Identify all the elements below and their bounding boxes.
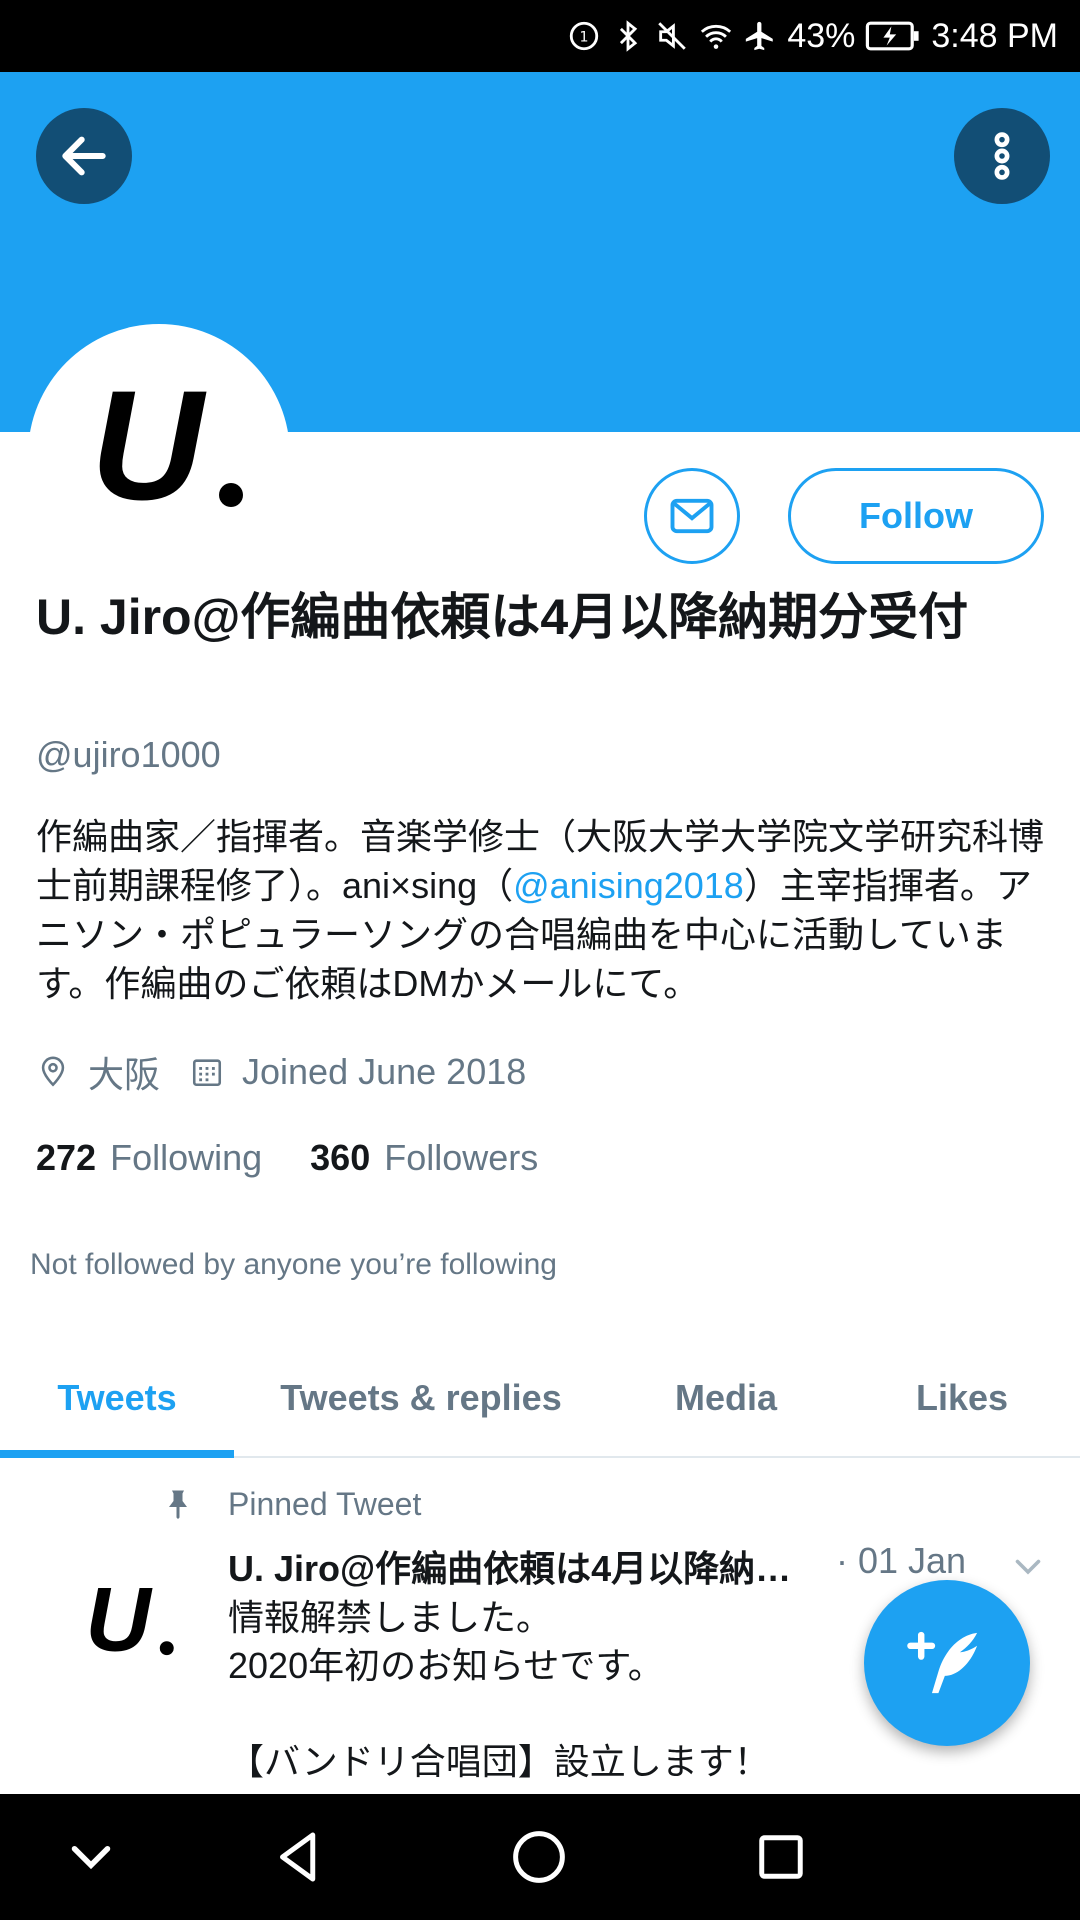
nav-recents-button[interactable]	[748, 1824, 814, 1890]
tab-tweets-replies[interactable]: Tweets & replies	[234, 1340, 608, 1456]
avatar-logo: U	[85, 1570, 174, 1671]
follow-counts: 272 Following 360 Followers	[36, 1132, 586, 1184]
svg-text:U: U	[91, 359, 207, 533]
profile-bio: 作編曲家／指揮者。音楽学修士（大阪大学大学院文学研究科博士前期課程修了）。ani…	[36, 812, 1046, 1008]
pinned-label: Pinned Tweet	[228, 1485, 422, 1522]
arrow-left-icon	[62, 136, 106, 176]
following-count[interactable]: 272	[36, 1137, 96, 1179]
message-button[interactable]	[644, 468, 740, 564]
home-circle-icon	[513, 1831, 565, 1883]
mail-icon	[670, 498, 714, 534]
wifi-icon	[699, 19, 733, 53]
tab-media[interactable]: Media	[608, 1340, 844, 1456]
hide-nav-button[interactable]	[58, 1824, 124, 1890]
bio-mention-link[interactable]: @anising2018	[513, 865, 744, 906]
compose-tweet-button[interactable]	[864, 1580, 1030, 1746]
compose-tweet-icon	[907, 1631, 978, 1694]
active-tab-indicator	[0, 1450, 234, 1458]
profile-meta: 大阪 Joined June 2018	[36, 1046, 556, 1098]
back-triangle-icon	[280, 1832, 316, 1882]
profile-name: U. Jiro@作編曲依頼は4月以降納期分受付	[36, 589, 969, 645]
calendar-icon	[192, 1059, 222, 1087]
join-date: Joined June 2018	[190, 1051, 526, 1093]
airplane-icon	[743, 19, 777, 53]
profile-handle: @ujiro1000	[36, 734, 221, 775]
data-saver-icon: 1	[567, 19, 601, 53]
chevron-down-icon	[71, 1846, 111, 1870]
tweet-date: · 01 Jan	[836, 1540, 967, 1581]
svg-text:1: 1	[580, 30, 589, 46]
mute-icon	[655, 19, 689, 53]
back-button[interactable]	[36, 108, 132, 204]
location-text: 大阪	[88, 1054, 161, 1095]
tweet-text: 情報解禁しました。 2020年初のお知らせです。 【バンドリ合唱団】設立します！	[228, 1597, 770, 1782]
location-pin-icon	[41, 1056, 65, 1087]
avatar-logo: U	[91, 359, 243, 533]
battery-charging-icon	[865, 19, 921, 53]
bluetooth-icon	[611, 19, 645, 53]
tweet-avatar[interactable]: U	[60, 1560, 190, 1690]
tab-tweets[interactable]: Tweets	[0, 1340, 234, 1456]
joined-text: Joined June 2018	[242, 1051, 527, 1092]
status-icons: 1 43% 3:48 PM	[567, 14, 1058, 58]
followers-count[interactable]: 360	[310, 1137, 370, 1179]
nav-home-button[interactable]	[506, 1824, 572, 1890]
location: 大阪	[36, 1046, 160, 1098]
svg-text:U: U	[85, 1570, 153, 1671]
tab-likes[interactable]: Likes	[844, 1340, 1080, 1456]
tweet-author[interactable]: U. Jiro@作編曲依頼は4月以降納…	[228, 1540, 808, 1592]
followers-label[interactable]: Followers	[384, 1137, 538, 1179]
recents-square-icon	[759, 1835, 803, 1879]
profile-tabs: Tweets Tweets & replies Media Likes	[0, 1340, 1080, 1458]
clock: 3:48 PM	[931, 16, 1058, 55]
more-vertical-icon	[994, 132, 1010, 180]
more-options-button[interactable]	[954, 108, 1050, 204]
chevron-down-icon[interactable]	[1010, 1548, 1046, 1584]
following-label[interactable]: Following	[110, 1137, 262, 1179]
nav-back-button[interactable]	[266, 1824, 332, 1890]
pinned-tweet-header: Pinned Tweet	[160, 1480, 421, 1528]
system-nav-bar	[0, 1794, 1080, 1920]
pin-icon	[169, 1490, 187, 1519]
status-bar: 1 43% 3:48 PM	[0, 0, 1080, 72]
not-followed-notice: Not followed by anyone you’re following	[30, 1248, 557, 1281]
follow-button[interactable]: Follow	[788, 468, 1044, 564]
profile-avatar[interactable]: U	[28, 324, 290, 586]
battery-percent: 43%	[787, 16, 856, 55]
